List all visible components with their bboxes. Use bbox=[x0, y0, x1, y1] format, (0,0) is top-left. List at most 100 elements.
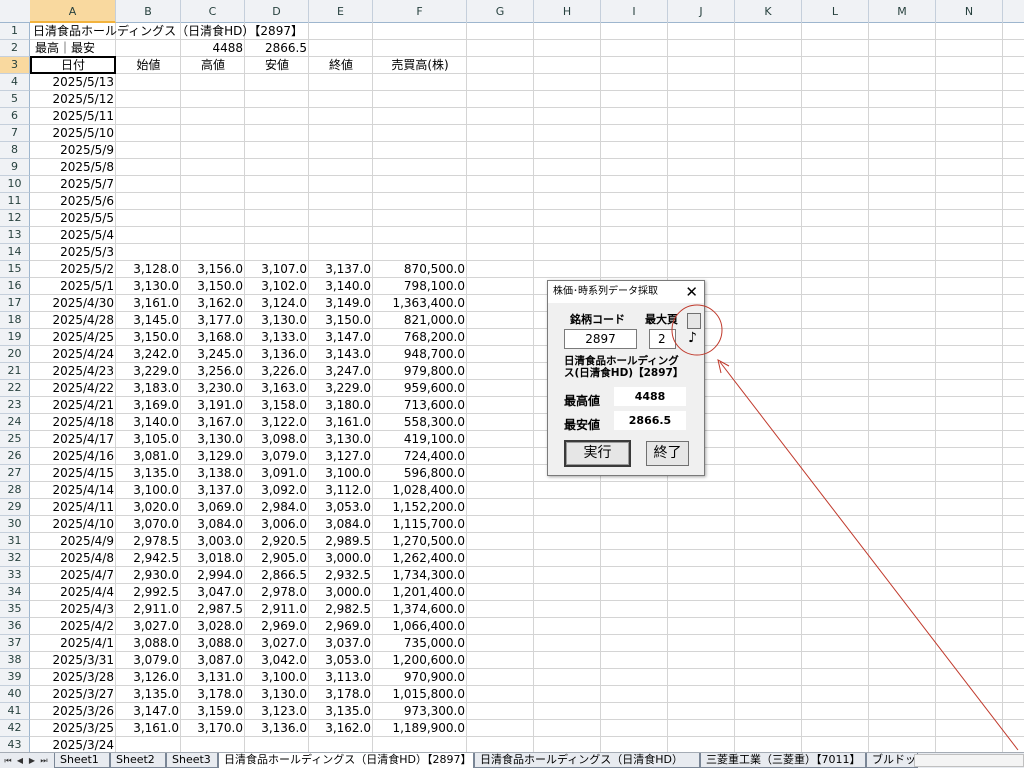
value-cell[interactable]: 3,150.0 bbox=[181, 278, 245, 294]
date-cell[interactable]: 2025/4/4 bbox=[30, 584, 116, 600]
value-cell[interactable]: 3,081.0 bbox=[116, 448, 181, 464]
row-header-15[interactable]: 15 bbox=[0, 261, 30, 278]
value-cell[interactable]: 2,866.5 bbox=[245, 567, 309, 583]
value-cell[interactable]: 1,152,200.0 bbox=[373, 499, 467, 515]
date-cell[interactable]: 2025/4/16 bbox=[30, 448, 116, 464]
value-cell[interactable]: 1,363,400.0 bbox=[373, 295, 467, 311]
column-header-K[interactable]: K bbox=[735, 0, 802, 23]
value-cell[interactable]: 2,978.0 bbox=[245, 584, 309, 600]
value-cell[interactable]: 3,140.0 bbox=[116, 414, 181, 430]
value-cell[interactable]: 3,162.0 bbox=[309, 720, 373, 736]
value-cell[interactable]: 3,135.0 bbox=[116, 465, 181, 481]
value-cell[interactable]: 3,127.0 bbox=[309, 448, 373, 464]
row-header-24[interactable]: 24 bbox=[0, 414, 30, 431]
value-cell[interactable]: 3,130.0 bbox=[116, 278, 181, 294]
value-cell[interactable]: 2,932.5 bbox=[309, 567, 373, 583]
value-cell[interactable]: 3,091.0 bbox=[245, 465, 309, 481]
row-header-2[interactable]: 2 bbox=[0, 40, 30, 57]
value-cell[interactable]: 1,115,700.0 bbox=[373, 516, 467, 532]
value-cell[interactable]: 2,911.0 bbox=[245, 601, 309, 617]
row-header-20[interactable]: 20 bbox=[0, 346, 30, 363]
sheet-tab[interactable]: 日清食品ホールディングス（日清食HD） bbox=[474, 753, 700, 768]
value-cell[interactable]: 3,161.0 bbox=[116, 720, 181, 736]
exit-button[interactable]: 終了 bbox=[646, 441, 689, 466]
column-header-D[interactable]: D bbox=[245, 0, 309, 23]
value-cell[interactable]: 3,178.0 bbox=[309, 686, 373, 702]
value-cell[interactable]: 3,130.0 bbox=[309, 431, 373, 447]
value-cell[interactable]: 3,079.0 bbox=[245, 448, 309, 464]
value-cell[interactable]: 1,201,400.0 bbox=[373, 584, 467, 600]
row-header-10[interactable]: 10 bbox=[0, 176, 30, 193]
sheet-tab[interactable]: Sheet2 bbox=[110, 753, 166, 768]
value-cell[interactable]: 3,145.0 bbox=[116, 312, 181, 328]
date-cell[interactable]: 2025/5/7 bbox=[30, 176, 116, 192]
value-cell[interactable]: 3,226.0 bbox=[245, 363, 309, 379]
row-header-33[interactable]: 33 bbox=[0, 567, 30, 584]
value-cell[interactable]: 870,500.0 bbox=[373, 261, 467, 277]
value-cell[interactable]: 2,989.5 bbox=[309, 533, 373, 549]
value-cell[interactable]: 3,020.0 bbox=[116, 499, 181, 515]
value-cell[interactable]: 3,122.0 bbox=[245, 414, 309, 430]
row-header-3[interactable]: 3 bbox=[0, 57, 30, 74]
date-cell[interactable]: 2025/4/9 bbox=[30, 533, 116, 549]
value-cell[interactable]: 3,229.0 bbox=[309, 380, 373, 396]
value-cell[interactable]: 3,143.0 bbox=[309, 346, 373, 362]
low-value-cell[interactable]: 2866.5 bbox=[245, 40, 309, 56]
date-cell[interactable]: 2025/4/14 bbox=[30, 482, 116, 498]
row-header-40[interactable]: 40 bbox=[0, 686, 30, 703]
small-button[interactable] bbox=[687, 313, 701, 329]
date-cell[interactable]: 2025/4/22 bbox=[30, 380, 116, 396]
value-cell[interactable]: 821,000.0 bbox=[373, 312, 467, 328]
column-header-B[interactable]: B bbox=[116, 0, 181, 23]
date-cell[interactable]: 2025/5/6 bbox=[30, 193, 116, 209]
high-value-cell[interactable]: 4488 bbox=[181, 40, 245, 56]
header-cell[interactable]: 終値 bbox=[309, 57, 373, 73]
value-cell[interactable]: 3,168.0 bbox=[181, 329, 245, 345]
date-cell[interactable]: 2025/4/10 bbox=[30, 516, 116, 532]
value-cell[interactable]: 3,102.0 bbox=[245, 278, 309, 294]
sheet-tab[interactable]: Sheet1 bbox=[54, 753, 110, 768]
date-cell[interactable]: 2025/4/24 bbox=[30, 346, 116, 362]
value-cell[interactable]: 1,015,800.0 bbox=[373, 686, 467, 702]
row-header-37[interactable]: 37 bbox=[0, 635, 30, 652]
row-header-28[interactable]: 28 bbox=[0, 482, 30, 499]
value-cell[interactable]: 3,027.0 bbox=[116, 618, 181, 634]
date-cell[interactable]: 2025/4/7 bbox=[30, 567, 116, 583]
value-cell[interactable]: 3,129.0 bbox=[181, 448, 245, 464]
value-cell[interactable]: 798,100.0 bbox=[373, 278, 467, 294]
value-cell[interactable]: 3,084.0 bbox=[181, 516, 245, 532]
row-header-21[interactable]: 21 bbox=[0, 363, 30, 380]
value-cell[interactable]: 768,200.0 bbox=[373, 329, 467, 345]
column-header-N[interactable]: N bbox=[936, 0, 1003, 23]
value-cell[interactable]: 3,161.0 bbox=[116, 295, 181, 311]
max-page-input[interactable]: 2 bbox=[649, 329, 676, 349]
row-header-5[interactable]: 5 bbox=[0, 91, 30, 108]
value-cell[interactable]: 3,191.0 bbox=[181, 397, 245, 413]
value-cell[interactable]: 3,107.0 bbox=[245, 261, 309, 277]
column-header-A[interactable]: A bbox=[30, 0, 116, 23]
horizontal-scrollbar[interactable] bbox=[914, 754, 1024, 767]
value-cell[interactable]: 3,128.0 bbox=[116, 261, 181, 277]
date-cell[interactable]: 2025/5/3 bbox=[30, 244, 116, 260]
close-icon[interactable]: ✕ bbox=[685, 281, 698, 303]
value-cell[interactable]: 735,000.0 bbox=[373, 635, 467, 651]
value-cell[interactable]: 3,156.0 bbox=[181, 261, 245, 277]
value-cell[interactable]: 3,105.0 bbox=[116, 431, 181, 447]
value-cell[interactable]: 3,136.0 bbox=[245, 720, 309, 736]
value-cell[interactable]: 3,027.0 bbox=[245, 635, 309, 651]
value-cell[interactable]: 3,088.0 bbox=[116, 635, 181, 651]
value-cell[interactable]: 3,178.0 bbox=[181, 686, 245, 702]
value-cell[interactable]: 2,984.0 bbox=[245, 499, 309, 515]
value-cell[interactable]: 3,230.0 bbox=[181, 380, 245, 396]
header-cell[interactable]: 高値 bbox=[181, 57, 245, 73]
value-cell[interactable]: 3,000.0 bbox=[309, 550, 373, 566]
value-cell[interactable]: 3,140.0 bbox=[309, 278, 373, 294]
value-cell[interactable]: 3,130.0 bbox=[181, 431, 245, 447]
value-cell[interactable]: 3,159.0 bbox=[181, 703, 245, 719]
value-cell[interactable]: 3,158.0 bbox=[245, 397, 309, 413]
column-header-I[interactable]: I bbox=[601, 0, 668, 23]
date-cell[interactable]: 2025/4/11 bbox=[30, 499, 116, 515]
value-cell[interactable]: 3,006.0 bbox=[245, 516, 309, 532]
value-cell[interactable]: 3,247.0 bbox=[309, 363, 373, 379]
row-header-7[interactable]: 7 bbox=[0, 125, 30, 142]
